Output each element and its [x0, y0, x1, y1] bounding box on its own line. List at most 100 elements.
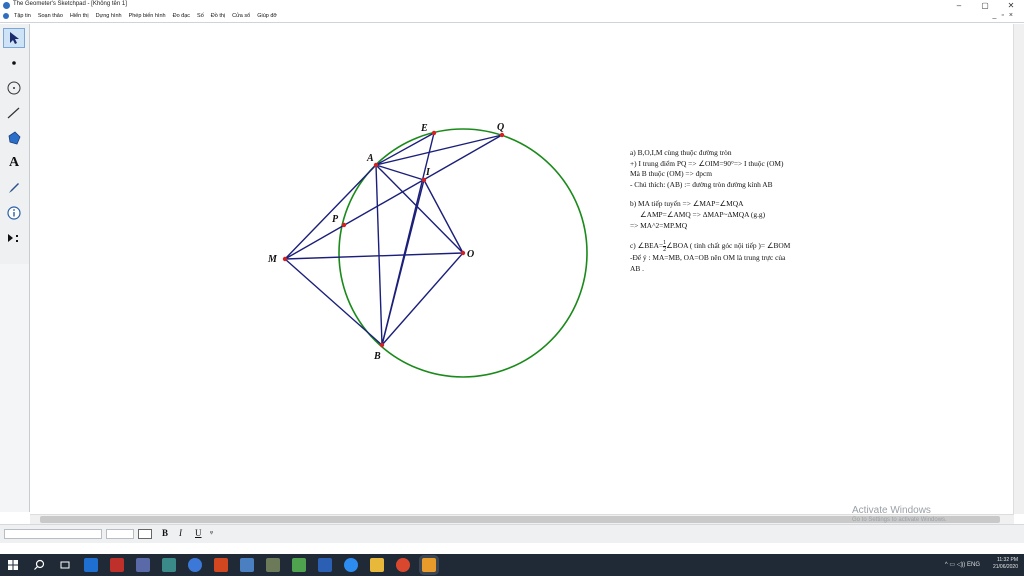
clock[interactable]: 11:32 PM 21/06/2020: [993, 557, 1018, 571]
label-B[interactable]: B: [373, 351, 381, 362]
maximize-button[interactable]: ▢: [972, 0, 998, 11]
point-P[interactable]: [341, 222, 347, 228]
notes-b-line: ∠AMP=∠AMQ => ΔMAP~ΔMQA (g.g): [640, 209, 766, 219]
point-E[interactable]: [431, 130, 437, 136]
windows-start-icon[interactable]: [6, 558, 20, 572]
info-icon: [7, 206, 21, 220]
geometry-figure: E Q A I P M O B: [267, 122, 588, 378]
menu-help[interactable]: Giúp đỡ: [257, 13, 277, 19]
language-indicator[interactable]: ENG: [967, 562, 980, 568]
doc-restore-button[interactable]: ▫: [1001, 12, 1008, 19]
menu-window[interactable]: Cửa sổ: [232, 13, 250, 19]
straightedge-tool[interactable]: [3, 103, 25, 123]
segment-MO[interactable]: [284, 252, 464, 260]
close-button[interactable]: ✕: [998, 0, 1024, 11]
notes-part-c: c) ∠BEA= 1 2 ∠BOA ( tính chất góc nội tiếp …: [630, 240, 850, 274]
arrow-icon: [10, 32, 19, 44]
font-select[interactable]: [4, 529, 102, 539]
segment-MA[interactable]: [284, 164, 377, 260]
segment-MB[interactable]: [284, 258, 383, 346]
point-Q[interactable]: [499, 132, 505, 138]
search-icon[interactable]: [32, 558, 46, 572]
chrome-icon[interactable]: [396, 558, 410, 572]
notes-part-a: a) B,O,I,M cùng thuộc đường tròn +) I tr…: [630, 148, 850, 190]
task-view-icon[interactable]: [58, 558, 72, 572]
label-M[interactable]: M: [267, 254, 278, 265]
font-size-select[interactable]: [106, 529, 134, 539]
notes-c-suffix: ∠BOA ( tính chất góc nội tiếp )= ∠BOM: [666, 241, 791, 251]
proof-notes[interactable]: a) B,O,I,M cùng thuộc đường tròn +) I tr…: [630, 148, 850, 274]
system-tray-icons[interactable]: ^ ▭ ◁)) ENG: [945, 561, 980, 568]
file-explorer-icon[interactable]: [370, 558, 384, 572]
menu-edit[interactable]: Soạn thảo: [38, 13, 63, 19]
segment-AE[interactable]: [375, 132, 435, 166]
bold-button[interactable]: B: [162, 528, 168, 538]
arrow-tool[interactable]: [3, 28, 25, 48]
menu-construct[interactable]: Dựng hình: [96, 13, 122, 19]
point-M[interactable]: [282, 256, 288, 262]
clock-date: 21/06/2020: [992, 564, 1018, 570]
text-tool[interactable]: A: [3, 153, 25, 173]
symbol-palette-button[interactable]: ᵠ: [210, 528, 213, 538]
notes-a-line: +) I trung điểm PQ => ∠OIM=90°=> I thuộc…: [630, 158, 784, 168]
notes-c-line: -Để ý : MA=MB, OA=OB nên OM là trung trự…: [630, 253, 786, 263]
label-E[interactable]: E: [420, 123, 428, 134]
notes-c-prefix: c) ∠BEA=: [630, 241, 664, 251]
custom-tools-icon: [8, 234, 18, 242]
custom-tool[interactable]: [3, 228, 25, 248]
menu-display[interactable]: Hiển thị: [70, 13, 89, 19]
gallery-icon[interactable]: [162, 558, 176, 572]
marker-tool[interactable]: [3, 178, 25, 198]
powerpoint-icon[interactable]: [214, 558, 228, 572]
menu-number[interactable]: Số: [197, 13, 204, 19]
notes-part-b: b) MA tiếp tuyến => ∠MAP=∠MQA ∠AMP=∠AMQ …: [630, 199, 850, 231]
notes-c-line: c) ∠BEA= 1 2 ∠BOA ( tính chất góc nội tiếp …: [630, 240, 850, 253]
segment-MQ[interactable]: [284, 134, 503, 260]
zoom-icon[interactable]: [188, 558, 202, 572]
word-icon[interactable]: [318, 558, 332, 572]
segment-AB[interactable]: [375, 164, 383, 346]
line-icon: [7, 107, 20, 119]
notes-b-line: b) MA tiếp tuyến => ∠MAP=∠MQA: [630, 199, 744, 209]
label-Q[interactable]: Q: [497, 122, 504, 133]
menu-measure[interactable]: Đo đạc: [173, 13, 190, 19]
tool-app-icon[interactable]: [266, 558, 280, 572]
window-app-icon[interactable]: [240, 558, 254, 572]
point-B[interactable]: [379, 342, 385, 348]
menu-graph[interactable]: Đồ thị: [211, 13, 225, 19]
point-tool[interactable]: [3, 53, 25, 73]
sketch-canvas[interactable]: E Q A I P M O B: [30, 24, 1014, 514]
label-A[interactable]: A: [366, 153, 374, 164]
edge-icon[interactable]: [84, 558, 98, 572]
toolbox: A: [0, 24, 30, 264]
menu-transform[interactable]: Phép biến hình: [129, 13, 166, 19]
notes-b-line: => MA^2=MP.MQ: [630, 220, 688, 230]
geogebra-icon[interactable]: [292, 558, 306, 572]
information-tool[interactable]: [3, 203, 25, 223]
label-P[interactable]: P: [332, 214, 339, 225]
chat-app-icon[interactable]: [344, 558, 358, 572]
segment-IO[interactable]: [423, 179, 464, 254]
activation-watermark: Activate Windows Go to Settings to activ…: [852, 505, 947, 523]
app-grid-icon[interactable]: [136, 558, 150, 572]
point-A[interactable]: [373, 162, 379, 168]
mcafee-icon[interactable]: [110, 558, 124, 572]
menu-file[interactable]: Tập tin: [14, 13, 31, 19]
sketchpad-taskbar-icon[interactable]: [422, 558, 436, 572]
underline-button[interactable]: U: [195, 528, 202, 538]
text-color-button[interactable]: [138, 529, 152, 539]
italic-button[interactable]: I: [179, 528, 182, 538]
notes-a-line: a) B,O,I,M cùng thuộc đường tròn: [630, 148, 732, 157]
polygon-icon: [8, 131, 21, 145]
point-O[interactable]: [460, 250, 466, 256]
minimize-button[interactable]: –: [946, 0, 972, 11]
label-O[interactable]: O: [467, 249, 474, 260]
doc-close-button[interactable]: ×: [1009, 12, 1018, 19]
compass-tool[interactable]: [3, 78, 25, 98]
document-icon[interactable]: [3, 13, 9, 19]
vertical-scrollbar[interactable]: [1013, 24, 1024, 514]
polygon-tool[interactable]: [3, 128, 25, 148]
notes-a-line: Mà B thuộc (OM) => đpcm: [630, 169, 713, 179]
title-bar: The Geometer's Sketchpad - [Không tên 1]…: [0, 0, 1024, 11]
point-I[interactable]: [421, 177, 427, 183]
